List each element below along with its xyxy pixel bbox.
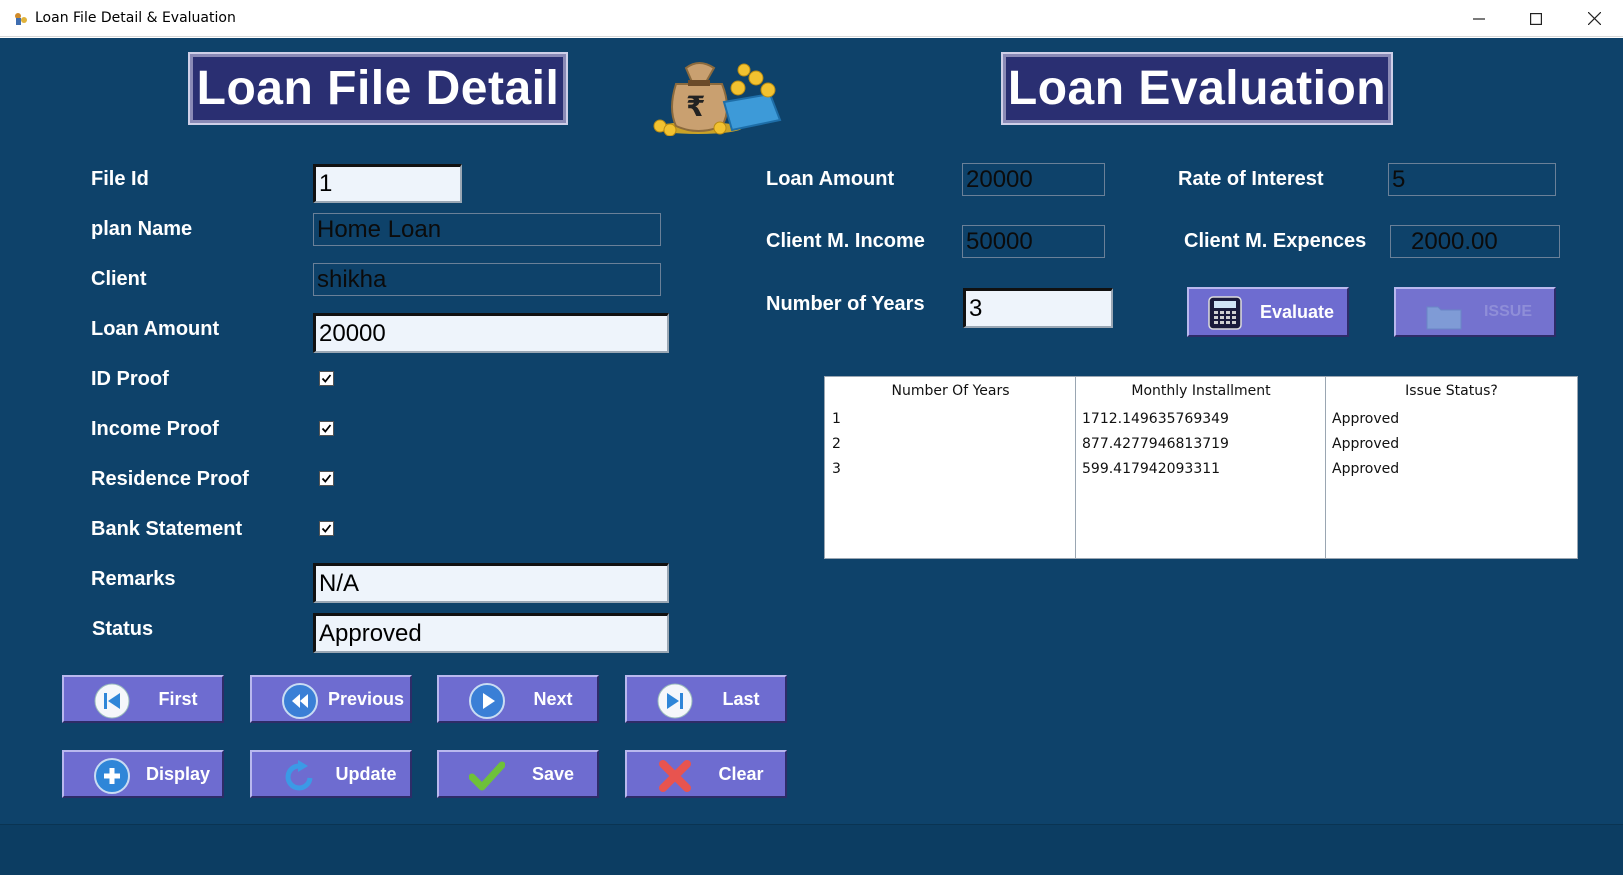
play-icon xyxy=(469,683,505,719)
app-icon xyxy=(15,13,27,25)
update-label: Update xyxy=(335,763,397,784)
last-button[interactable]: Last xyxy=(625,675,787,723)
id-proof-checkbox[interactable] xyxy=(319,371,334,386)
evaluate-button[interactable]: Evaluate xyxy=(1187,287,1349,337)
clear-label: Clear xyxy=(718,763,764,784)
folder-icon xyxy=(1426,306,1462,330)
client-income-field[interactable]: 50000 xyxy=(962,225,1105,258)
issue-button[interactable]: ISSUE xyxy=(1394,287,1556,337)
skip-first-icon xyxy=(94,683,130,719)
previous-button[interactable]: Previous xyxy=(250,675,412,723)
file-id-label: File Id xyxy=(91,168,149,190)
rate-of-interest-field[interactable]: 5 xyxy=(1388,163,1556,196)
skip-last-icon xyxy=(657,683,693,719)
income-proof-checkbox[interactable] xyxy=(319,421,334,436)
table-cell: 877.4277946813719 xyxy=(1082,436,1229,452)
table-cell: Approved xyxy=(1332,436,1400,452)
client-field[interactable]: shikha xyxy=(313,263,661,296)
table-cell: Approved xyxy=(1332,461,1400,477)
table-cell: Approved xyxy=(1332,411,1400,427)
first-label: First xyxy=(158,688,198,709)
id-proof-label: ID Proof xyxy=(91,368,169,390)
loan-amount-label: Loan Amount xyxy=(91,318,220,340)
residence-proof-checkbox[interactable] xyxy=(319,471,334,486)
loan-file-detail-header: Loan File Detail xyxy=(188,52,568,125)
client-expences-label: Client M. Expences xyxy=(1184,230,1367,252)
loan-amount-field[interactable]: 20000 xyxy=(313,313,669,353)
bank-statement-checkbox[interactable] xyxy=(319,521,334,536)
maximize-button[interactable] xyxy=(1507,0,1565,37)
rate-of-interest-label: Rate of Interest xyxy=(1178,168,1324,190)
close-icon xyxy=(659,760,691,792)
remarks-field[interactable]: N/A xyxy=(313,563,669,603)
rewind-icon xyxy=(282,683,318,719)
minimize-button[interactable] xyxy=(1450,0,1508,37)
checkmark-icon xyxy=(321,474,332,483)
maximize-icon xyxy=(1530,12,1542,25)
title-bar: Loan File Detail & Evaluation xyxy=(0,0,1623,37)
file-id-field[interactable]: 1 xyxy=(313,164,462,203)
table-header-status: Issue Status? xyxy=(1405,383,1498,399)
last-label: Last xyxy=(722,688,760,709)
table-cell: 1 xyxy=(832,411,841,427)
client-expences-field[interactable]: 2000.00 xyxy=(1390,225,1560,258)
refresh-icon xyxy=(285,760,313,791)
save-button[interactable]: Save xyxy=(437,750,599,798)
previous-label: Previous xyxy=(327,688,405,709)
income-proof-label: Income Proof xyxy=(91,418,219,440)
eval-loan-amount-field[interactable]: 20000 xyxy=(962,163,1105,196)
svg-text:₹: ₹ xyxy=(686,90,705,123)
first-button[interactable]: First xyxy=(62,675,224,723)
close-icon xyxy=(1587,12,1601,25)
remarks-label: Remarks xyxy=(91,568,176,590)
table-column-years xyxy=(825,377,1076,558)
add-icon xyxy=(94,758,130,794)
calculator-icon xyxy=(1208,296,1242,330)
next-label: Next xyxy=(533,688,573,709)
minimize-icon xyxy=(1473,17,1485,20)
client-label: Client xyxy=(91,268,147,290)
money-bag-icon: ₹ xyxy=(653,62,782,136)
checkmark-icon xyxy=(321,374,332,383)
installment-table[interactable]: Number Of Years Monthly Installment Issu… xyxy=(824,376,1578,559)
eval-loan-amount-label: Loan Amount xyxy=(766,168,895,190)
close-button[interactable] xyxy=(1565,0,1623,37)
table-header-installment: Monthly Installment xyxy=(1131,383,1271,399)
display-label: Display xyxy=(145,763,211,784)
table-cell: 1712.149635769349 xyxy=(1082,411,1229,427)
bank-statement-label: Bank Statement xyxy=(91,518,243,540)
table-cell: 3 xyxy=(832,461,841,477)
table-header-years: Number Of Years xyxy=(891,383,1010,399)
table-cell: 2 xyxy=(832,436,841,452)
residence-proof-label: Residence Proof xyxy=(91,468,249,490)
save-label: Save xyxy=(531,763,575,784)
issue-label: ISSUE xyxy=(1483,303,1532,320)
checkmark-icon xyxy=(469,761,505,791)
status-field[interactable]: Approved xyxy=(313,613,669,653)
number-of-years-field[interactable]: 3 xyxy=(963,288,1113,328)
window-title: Loan File Detail & Evaluation xyxy=(35,10,236,26)
loan-evaluation-header: Loan Evaluation xyxy=(1001,52,1393,125)
next-button[interactable]: Next xyxy=(437,675,599,723)
table-cell: 599.417942093311 xyxy=(1082,461,1221,477)
status-label: Status xyxy=(92,618,154,640)
update-button[interactable]: Update xyxy=(250,750,412,798)
number-of-years-label: Number of Years xyxy=(766,293,925,315)
client-income-label: Client M. Income xyxy=(766,230,925,252)
checkmark-icon xyxy=(321,424,332,433)
evaluate-label: Evaluate xyxy=(1259,301,1335,322)
clear-button[interactable]: Clear xyxy=(625,750,787,798)
status-strip xyxy=(0,824,1623,875)
plan-name-label: plan Name xyxy=(91,218,193,240)
checkmark-icon xyxy=(321,524,332,533)
plan-name-field[interactable]: Home Loan xyxy=(313,213,661,246)
display-button[interactable]: Display xyxy=(62,750,224,798)
